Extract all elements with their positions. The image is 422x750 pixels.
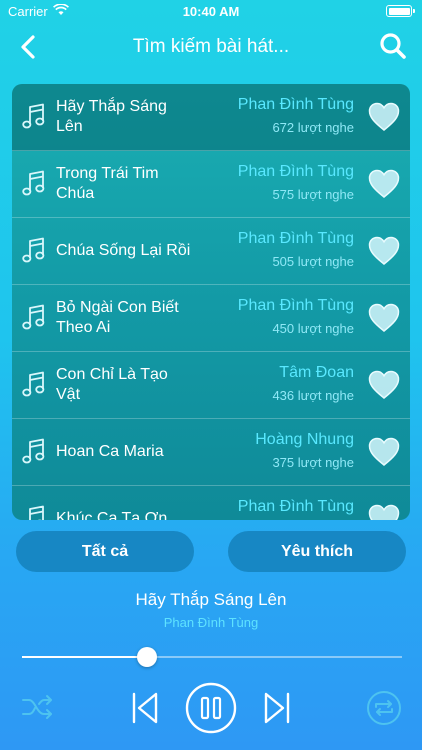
- shuffle-icon[interactable]: [20, 692, 56, 722]
- pause-icon[interactable]: [185, 682, 237, 734]
- page-title[interactable]: Tìm kiếm bài hát...: [60, 36, 362, 58]
- song-list[interactable]: Hãy Thắp Sáng Lên Phan Đình Tùng 672 lượt …: [12, 84, 410, 520]
- nav-bar: Tìm kiếm bài hát...: [0, 22, 422, 72]
- song-row[interactable]: Hãy Thắp Sáng Lên Phan Đình Tùng 672 lượt …: [12, 84, 410, 151]
- music-note-icon: [22, 505, 46, 520]
- song-title: Bỏ Ngài Con Biết Theo Ai: [56, 299, 179, 336]
- song-title: Chúa Sống Lại Rồi: [56, 242, 191, 259]
- heart-icon[interactable]: [368, 169, 400, 199]
- song-artist: Phan Đình Tùng: [237, 230, 354, 247]
- music-note-icon: [22, 438, 46, 466]
- progress-thumb[interactable]: [137, 647, 158, 667]
- song-artist: Hoàng Nhung: [255, 431, 354, 448]
- song-title: Khúc Ca Tạ Ơn: [56, 510, 168, 520]
- previous-icon[interactable]: [128, 690, 160, 726]
- song-row[interactable]: Bỏ Ngài Con Biết Theo Ai Phan Đình Tùng 45…: [12, 285, 410, 352]
- music-note-icon: [22, 170, 46, 198]
- next-icon[interactable]: [262, 690, 294, 726]
- heart-icon[interactable]: [368, 102, 400, 132]
- search-icon[interactable]: [378, 31, 408, 61]
- tab-favorites[interactable]: Yêu thích: [228, 531, 406, 572]
- song-row[interactable]: Khúc Ca Tạ Ơn Phan Đình Tùng: [12, 486, 410, 520]
- song-artist: Phan Đình Tùng: [237, 163, 354, 180]
- chevron-left-icon[interactable]: [14, 32, 44, 62]
- tab-all[interactable]: Tất cả: [16, 531, 194, 572]
- music-note-icon: [22, 103, 46, 131]
- repeat-icon[interactable]: [366, 690, 402, 726]
- song-artist: Phan Đình Tùng: [237, 297, 354, 314]
- song-row[interactable]: Trong Trái Tim Chúa Phan Đình Tùng 575 lượ…: [12, 151, 410, 218]
- music-note-icon: [22, 304, 46, 332]
- battery-icon: [386, 5, 415, 17]
- song-artist: Phan Đình Tùng: [237, 498, 354, 515]
- heart-icon[interactable]: [368, 504, 400, 520]
- song-play-count: 436 lượt nghe: [272, 388, 354, 403]
- song-row[interactable]: Chúa Sống Lại Rồi Phan Đình Tùng 505 lượt …: [12, 218, 410, 285]
- now-playing-title: Hãy Thắp Sáng Lên: [135, 590, 287, 609]
- heart-icon[interactable]: [368, 303, 400, 333]
- progress-slider[interactable]: [22, 647, 402, 667]
- song-play-count: 672 lượt nghe: [272, 120, 354, 135]
- song-artist: Tâm Đoan: [279, 364, 354, 381]
- status-bar: Carrier 10:40 AM: [0, 0, 422, 22]
- song-play-count: 505 lượt nghe: [272, 254, 354, 269]
- song-play-count: 450 lượt nghe: [272, 321, 354, 336]
- song-row[interactable]: Hoan Ca Maria Hoàng Nhung 375 lượt nghe: [12, 419, 410, 486]
- music-note-icon: [22, 237, 46, 265]
- song-title: Trong Trái Tim Chúa: [56, 165, 159, 202]
- song-title: Con Chỉ Là Tạo Vật: [56, 366, 168, 403]
- music-note-icon: [22, 371, 46, 399]
- heart-icon[interactable]: [368, 437, 400, 467]
- heart-icon[interactable]: [368, 370, 400, 400]
- song-title: Hãy Thắp Sáng Lên: [56, 98, 167, 135]
- song-play-count: 575 lượt nghe: [272, 187, 354, 202]
- heart-icon[interactable]: [368, 236, 400, 266]
- progress-fill: [22, 656, 148, 658]
- song-play-count: 375 lượt nghe: [272, 455, 354, 470]
- status-time: 10:40 AM: [182, 4, 240, 19]
- song-title: Hoan Ca Maria: [56, 443, 164, 460]
- song-row[interactable]: Con Chỉ Là Tạo Vật Tâm Đoan 436 lượt nghe: [12, 352, 410, 419]
- now-playing-artist: Phan Đình Tùng: [163, 615, 259, 630]
- song-artist: Phan Đình Tùng: [237, 96, 354, 113]
